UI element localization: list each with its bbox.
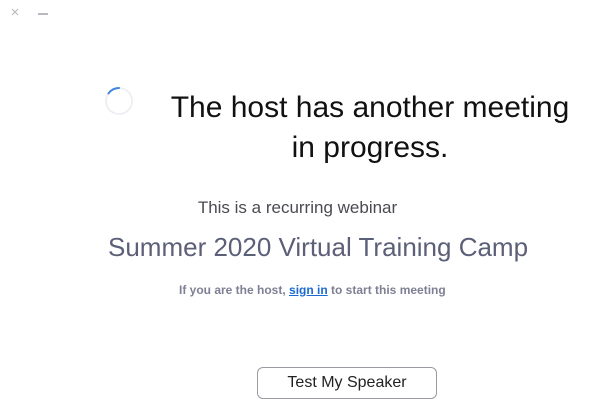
host-hint-suffix: to start this meeting [327, 283, 446, 297]
webinar-subtitle: This is a recurring webinar [0, 198, 589, 218]
webinar-subtitle-text: This is a recurring webinar [197, 198, 398, 217]
headline-line-2: in progress. [291, 131, 449, 164]
close-icon[interactable]: × [8, 5, 22, 20]
status-headline: The host has another meeting in progress… [150, 88, 589, 168]
webinar-title: Summer 2020 Virtual Training Camp [108, 232, 529, 262]
host-hint-prefix: If you are the host, [179, 283, 290, 297]
host-hint: If you are the host, sign in to start th… [179, 283, 446, 297]
waiting-for-host-window: × The host has another meeting in progre… [0, 0, 589, 400]
headline-line-1: The host has another meeting [170, 91, 570, 124]
minimize-icon[interactable] [36, 6, 50, 20]
sign-in-link[interactable]: sign in [289, 283, 328, 297]
minimize-bar [38, 13, 48, 15]
loading-spinner-icon [105, 87, 133, 115]
test-speaker-button[interactable]: Test My Speaker [257, 367, 437, 399]
